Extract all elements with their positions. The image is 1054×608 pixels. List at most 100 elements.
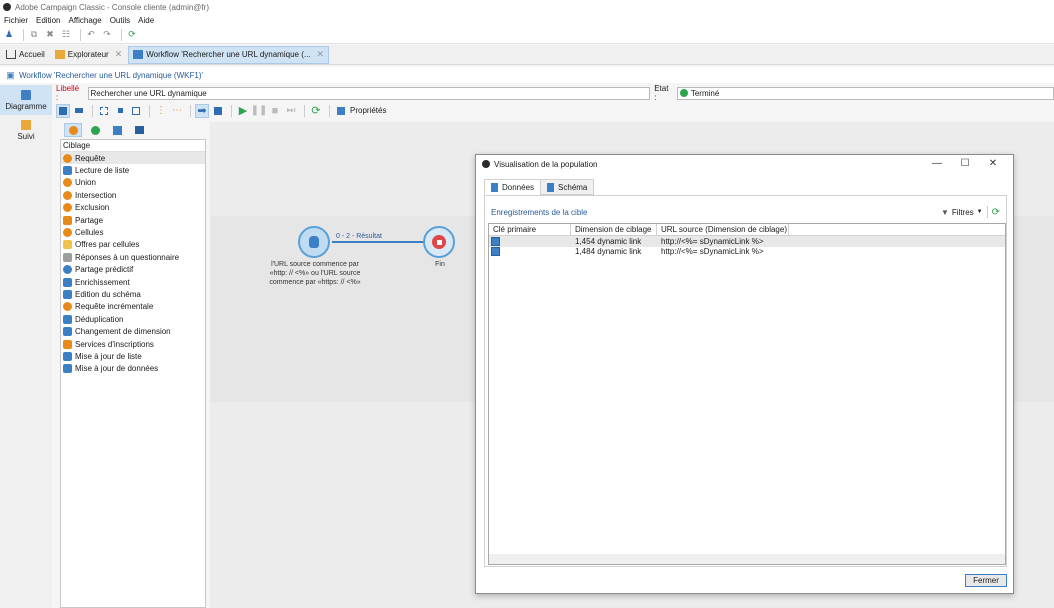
close-icon[interactable]: ✕ (317, 49, 325, 60)
column-primary-key[interactable]: Clé primaire (489, 223, 571, 236)
tab-accueil[interactable]: Accueil (2, 46, 49, 64)
palette-item-label: Services d'inscriptions (75, 339, 154, 349)
actions-tab-icon[interactable] (108, 123, 126, 137)
subscription-icon (63, 339, 72, 349)
nav-diagramme[interactable]: Diagramme (0, 85, 52, 115)
palette-item-offres-cellules[interactable]: Offres par cellules (61, 239, 205, 251)
minimize-icon[interactable]: — (923, 158, 951, 169)
refresh-icon[interactable]: ⟳ (126, 29, 138, 41)
tab-schema[interactable]: Schéma (540, 179, 595, 195)
workflow-icon (133, 50, 144, 59)
maximize-icon[interactable]: ☐ (951, 158, 979, 169)
palette-item-changement-dimension[interactable]: Changement de dimension (61, 325, 205, 337)
menu-fichier[interactable]: Fichier (4, 16, 28, 25)
palette-tabs (60, 122, 206, 138)
zoom-fit-icon[interactable] (97, 104, 111, 118)
menu-edition[interactable]: Edition (36, 16, 60, 25)
toolbar-separator (329, 104, 330, 117)
end-activity-node[interactable] (423, 226, 455, 258)
palette-item-partage-predictif[interactable]: Partage prédictif (61, 264, 205, 276)
layout-bottom-icon[interactable] (72, 104, 86, 118)
undo-icon[interactable]: ↶ (85, 29, 97, 41)
palette-item-reponses-questionnaire[interactable]: Réponses à un questionnaire (61, 251, 205, 263)
properties-button[interactable]: Propriétés (350, 106, 386, 115)
new-user-icon[interactable]: ♟ (3, 29, 15, 41)
palette-item-enrichissement[interactable]: Enrichissement (61, 276, 205, 288)
refresh-icon[interactable]: ⟳ (309, 104, 323, 118)
workflow-header-form: Libellé : Rechercher une URL dynamique E… (56, 84, 1054, 102)
palette-item-services-inscriptions[interactable]: Services d'inscriptions (61, 338, 205, 350)
record-icon (491, 247, 500, 257)
palette-item-partage[interactable]: Partage (61, 214, 205, 226)
query-activity-node[interactable] (298, 226, 330, 258)
close-icon[interactable]: ✕ (979, 158, 1007, 169)
refresh-icon[interactable]: ⟳ (992, 207, 1000, 218)
palette-item-maj-liste[interactable]: Mise à jour de liste (61, 350, 205, 362)
survey-icon (63, 252, 72, 262)
palette-item-union[interactable]: Union (61, 177, 205, 189)
etat-field[interactable]: Terminé (676, 86, 1054, 100)
menu-aide[interactable]: Aide (138, 16, 154, 25)
tab-workflow[interactable]: Workflow 'Rechercher une URL dynamique (… (128, 45, 330, 64)
properties-icon[interactable] (334, 104, 348, 118)
palette-item-requete-incrementale[interactable]: Requête incrémentale (61, 301, 205, 313)
align-vertical-icon[interactable]: ⋮ (154, 104, 168, 118)
toolbar-separator (190, 104, 191, 117)
nav-suivi[interactable]: Suivi (0, 115, 52, 145)
start-icon[interactable]: ▶ (236, 104, 250, 118)
column-targeting-dimension[interactable]: Dimension de ciblage (571, 223, 657, 236)
step-icon[interactable]: ⏭ (284, 104, 298, 118)
palette-item-cellules[interactable]: Cellules (61, 226, 205, 238)
palette-item-label: Déduplication (75, 314, 124, 324)
tab-explorateur[interactable]: Explorateur ✕ (51, 46, 126, 64)
pause-icon[interactable]: ❚❚ (251, 104, 268, 118)
menu-outils[interactable]: Outils (110, 16, 130, 25)
redo-icon[interactable]: ↷ (101, 29, 113, 41)
table-row[interactable]: 1,454 dynamic link http://<%= sDynamicLi… (489, 236, 1005, 247)
palette-item-requete[interactable]: Requête (61, 152, 205, 165)
stop-icon[interactable]: ■ (268, 104, 282, 118)
palette-item-label: Partage prédictif (75, 265, 134, 275)
layout-split-icon[interactable] (56, 103, 70, 118)
cut-icon[interactable]: ✖ (44, 29, 56, 41)
table-row[interactable]: 1,484 dynamic link http://<%= sDynamicLi… (489, 247, 1005, 258)
row-cell-url: http://<%= sDynamicLink %> (661, 236, 764, 246)
zoom-normal-icon[interactable] (113, 104, 127, 118)
zoom-extend-icon[interactable] (129, 104, 143, 118)
activity-icon[interactable] (211, 104, 225, 118)
records-grid: Clé primaire Dimension de ciblage URL so… (488, 223, 1006, 565)
query-icon (63, 153, 72, 163)
palette-item-deduplication[interactable]: Déduplication (61, 313, 205, 325)
menu-affichage[interactable]: Affichage (68, 16, 101, 25)
targeting-tab-icon[interactable] (64, 123, 82, 137)
app-logo-icon (3, 3, 11, 11)
flow-control-tab-icon[interactable] (86, 123, 104, 137)
close-button[interactable]: Fermer (965, 574, 1007, 587)
nav-diagramme-label: Diagramme (5, 101, 47, 111)
palette-item-intersection[interactable]: Intersection (61, 189, 205, 201)
align-horizontal-icon[interactable]: ⋯ (170, 104, 184, 118)
palette-item-edition-schema[interactable]: Edition du schéma (61, 288, 205, 300)
grid-scrollbar[interactable] (489, 554, 1005, 564)
events-tab-icon[interactable] (130, 123, 148, 137)
enrichment-icon (63, 277, 72, 287)
chevron-down-icon[interactable]: ▼ (977, 209, 983, 215)
population-dialog: Visualisation de la population — ☐ ✕ Don… (475, 154, 1014, 594)
palette-item-label: Changement de dimension (75, 327, 171, 337)
data-icon (491, 182, 498, 192)
tab-donnees[interactable]: Données (484, 179, 542, 195)
home-icon (6, 50, 16, 59)
palette-item-lecture-liste[interactable]: Lecture de liste (61, 164, 205, 176)
palette-item-exclusion[interactable]: Exclusion (61, 202, 205, 214)
transition-mode-icon[interactable]: ➡ (195, 103, 209, 118)
palette-item-maj-donnees[interactable]: Mise à jour de données (61, 363, 205, 375)
copy-icon[interactable]: ⧉ (28, 29, 40, 41)
close-icon[interactable]: ✕ (115, 49, 123, 60)
filters-button[interactable]: Filtres (952, 208, 974, 217)
column-source-url[interactable]: URL source (Dimension de ciblage) (657, 223, 789, 236)
paste-icon[interactable]: ☷ (60, 29, 72, 41)
list-read-icon (63, 166, 72, 176)
libelle-field[interactable]: Rechercher une URL dynamique (87, 86, 651, 100)
incremental-query-icon (63, 302, 72, 312)
transition-arrow[interactable] (332, 241, 424, 243)
